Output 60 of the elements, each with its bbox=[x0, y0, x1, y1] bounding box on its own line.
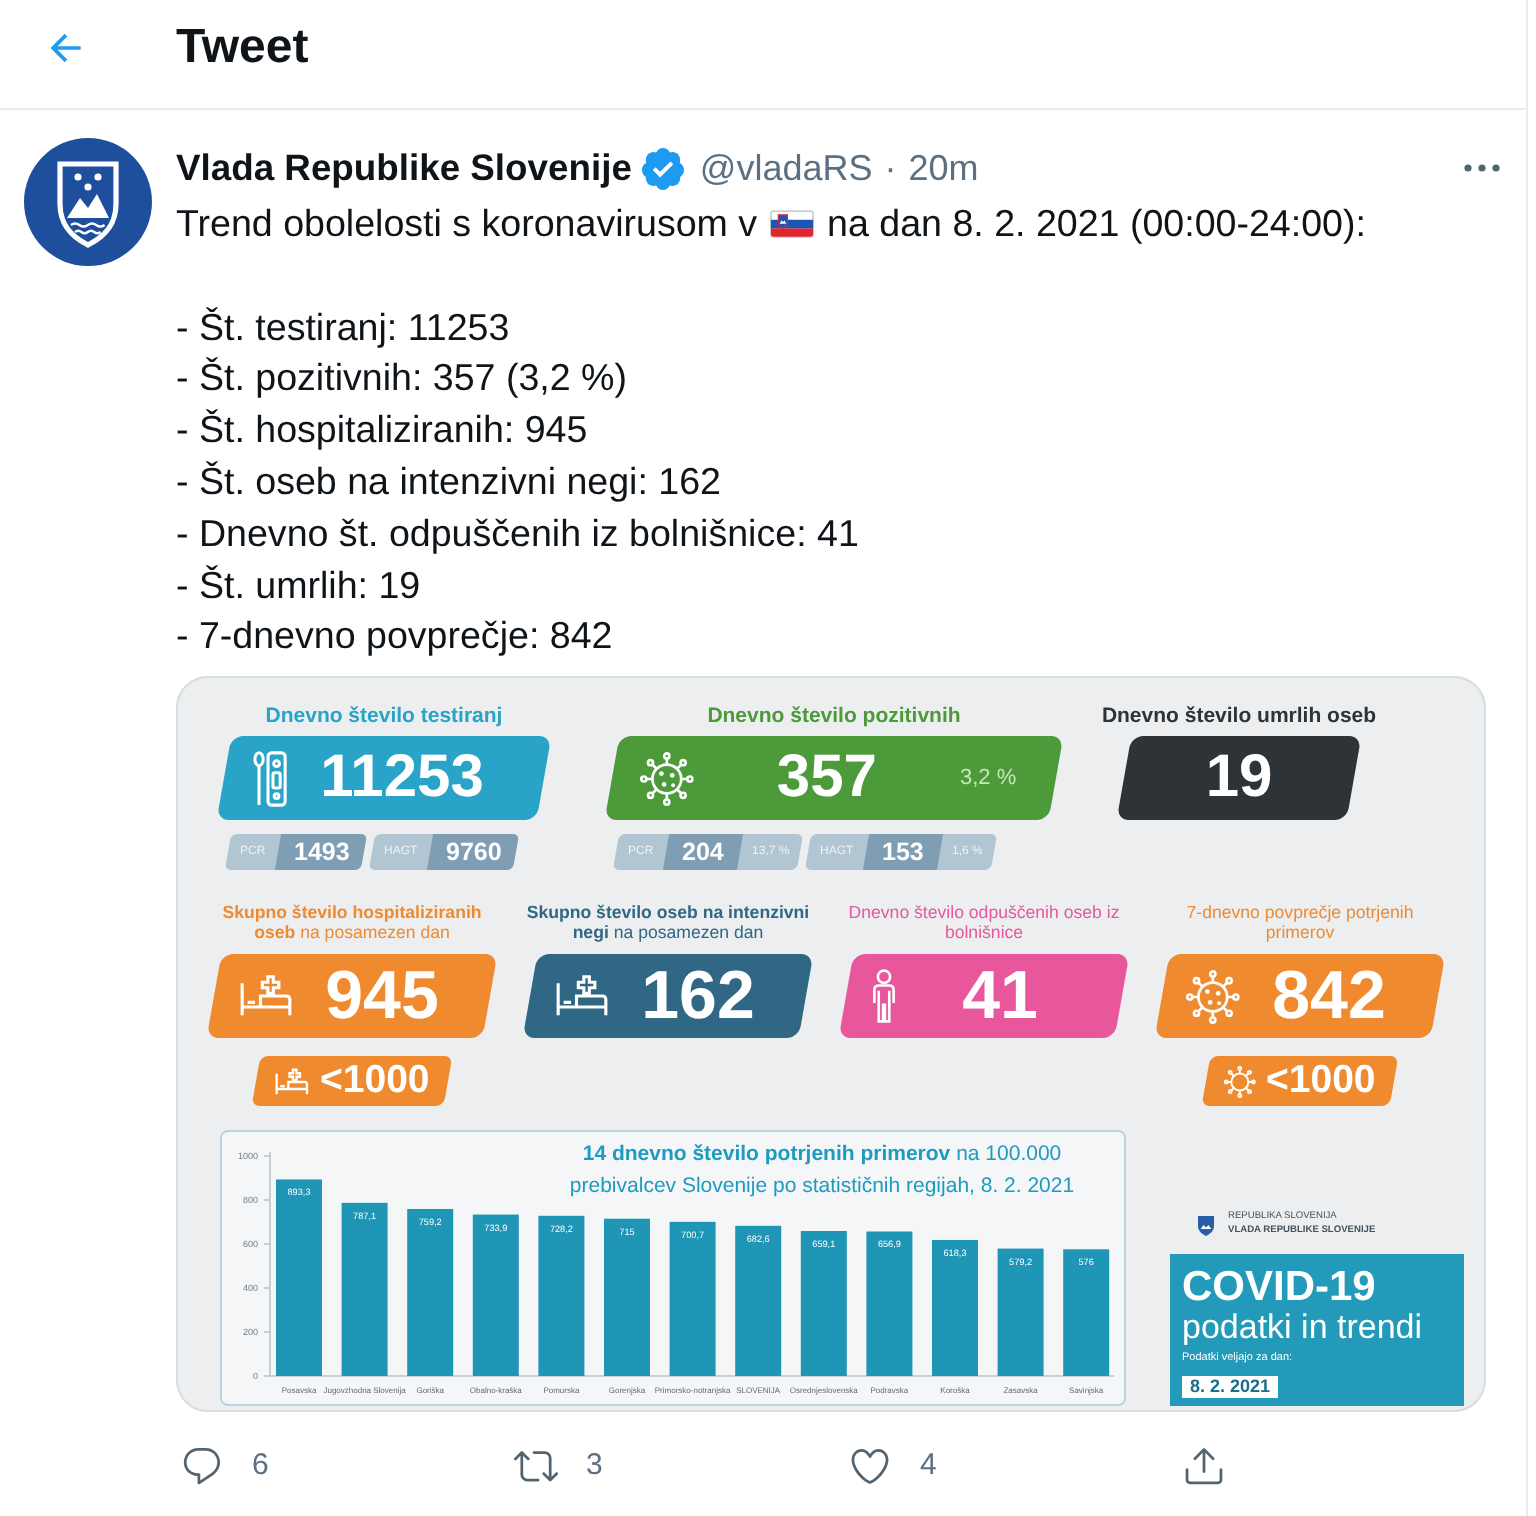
threshold-value: <1000 bbox=[1266, 1058, 1376, 1105]
tweet-text-line: - Št. testiranj: 11253 bbox=[176, 303, 512, 352]
stat-title: Dnevno število umrlih oseb bbox=[1101, 704, 1377, 729]
bed-icon bbox=[554, 974, 610, 1019]
stat-value: 945 bbox=[323, 958, 441, 1035]
stat-title: Dnevno število pozitivnih bbox=[707, 704, 961, 729]
post-time[interactable]: 20m bbox=[908, 147, 979, 189]
speech-bubble-icon bbox=[180, 1443, 224, 1488]
sub-count: 204 bbox=[662, 834, 743, 871]
heart-icon bbox=[848, 1443, 892, 1488]
like-button[interactable]: 4 bbox=[844, 1439, 941, 1492]
stat-title: Dnevno število odpuščenih oseb iz bolnišnice bbox=[846, 902, 1122, 943]
more-icon bbox=[1464, 164, 1500, 172]
author-handle[interactable]: @vladaRS bbox=[699, 147, 873, 189]
sub-count: 1493 bbox=[274, 834, 369, 871]
tweet-text-line: - 7-dnevno povprečje: 842 bbox=[176, 612, 615, 661]
shield-avatar-icon[interactable] bbox=[24, 138, 152, 266]
sub-count: 9760 bbox=[427, 834, 522, 871]
virus-icon bbox=[1224, 1065, 1257, 1098]
tweet-text: Trend obolelosti s koronavirusom v bbox=[176, 202, 758, 244]
tweet-text-line: - Št. oseb na intenzivni negi: 162 bbox=[176, 457, 724, 506]
stat-value: 41 bbox=[960, 958, 1040, 1035]
cover-title: COVID-19 bbox=[1182, 1266, 1378, 1311]
cover-subtitle: podatki in trendi bbox=[1182, 1310, 1425, 1347]
virus-icon bbox=[640, 751, 694, 806]
author-name[interactable]: Vlada Republike Slovenije bbox=[176, 146, 632, 190]
stat-title: Skupno število oseb na intenzivni negi na posamezen dan bbox=[524, 902, 812, 943]
separator-dot: · bbox=[884, 147, 897, 189]
person-icon bbox=[870, 968, 898, 1025]
bar bbox=[997, 1248, 1044, 1377]
tweet-text-line: - Št. umrlih: 19 bbox=[176, 561, 423, 610]
page-title: Tweet bbox=[176, 20, 309, 76]
reply-button[interactable]: 6 bbox=[176, 1439, 273, 1492]
stat-value: 162 bbox=[639, 958, 757, 1035]
tweet-text: na dan 8. 2. 2021 (00:00-24:00): bbox=[827, 202, 1366, 244]
virus-icon bbox=[1186, 969, 1240, 1024]
stat-title: 7-dnevno povprečje potrjenih primerov bbox=[1184, 902, 1416, 943]
coat-of-arms-icon bbox=[1196, 1213, 1216, 1238]
sub-count: 153 bbox=[862, 834, 943, 871]
date-label: 8. 2. 2021 bbox=[1182, 1376, 1279, 1399]
bar bbox=[932, 1240, 978, 1377]
stat-value: 842 bbox=[1270, 958, 1388, 1035]
tweet-text-line: - Št. pozitivnih: 357 (3,2 %) bbox=[176, 354, 629, 403]
bed-icon bbox=[274, 1067, 311, 1096]
stat-value: 357 bbox=[774, 744, 879, 813]
flag-icon bbox=[769, 210, 814, 238]
threshold-value: <1000 bbox=[320, 1058, 430, 1105]
chart-title: 14 dnevno število potrjenih primerov na 100.000 prebivalcev Slovenije po statističnih regijah, 8. 2. 2021 bbox=[567, 1140, 1077, 1203]
stat-value: 19 bbox=[1203, 744, 1275, 813]
bar bbox=[1063, 1249, 1110, 1377]
stat-title: Skupno število hospitaliziranih oseb na posamezen dan bbox=[220, 902, 484, 943]
retweet-button[interactable]: 3 bbox=[510, 1439, 607, 1492]
upload-icon bbox=[1182, 1443, 1226, 1488]
test-kit-icon bbox=[252, 749, 288, 808]
tweet-text-line: - Dnevno št. odpuščenih iz bolnišnice: 41 bbox=[176, 509, 861, 558]
stat-title: Dnevno število testiranj bbox=[265, 704, 503, 729]
percentage-label: 3,2 % bbox=[959, 766, 1016, 791]
tweet-text-line: - Št. hospitaliziranih: 945 bbox=[176, 406, 590, 455]
bed-icon bbox=[238, 974, 294, 1019]
stat-value: 11253 bbox=[318, 744, 486, 813]
